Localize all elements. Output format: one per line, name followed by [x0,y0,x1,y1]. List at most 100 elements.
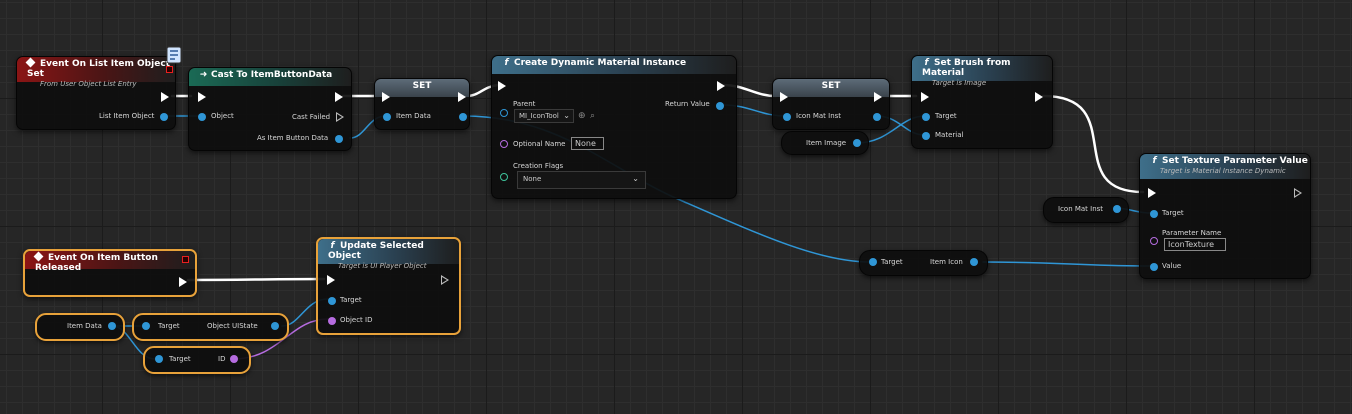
exec-in-pin[interactable] [921,92,929,102]
icon-mat-inst-out-pin[interactable] [1113,205,1121,213]
target-pin[interactable] [328,297,336,305]
exec-out-pin[interactable] [874,92,882,102]
material-pin[interactable] [922,132,930,140]
node-title: Event On Item Button Released [35,253,158,273]
object-uistate-out-pin[interactable] [271,322,279,330]
event-diamond-icon [33,251,44,262]
event-list-item-object-set-node[interactable]: Event On List Item Object Set From User … [16,56,176,130]
pin-label: Target [340,296,362,304]
pin-label: Icon Mat Inst [796,112,842,120]
pin-label: ID [218,355,226,363]
object-id-pin[interactable] [328,317,336,325]
get-object-uistate-node[interactable]: Target Object UIState [132,313,289,341]
create-dynamic-material-instance-node[interactable]: f Create Dynamic Material Instance Parent… [491,55,737,199]
variable-label: Item Data [67,322,102,330]
node-header: f Set Texture Parameter Value Target is M… [1140,154,1310,179]
chevron-down-icon: ⌄ [632,174,639,183]
value-pin[interactable] [1150,263,1158,271]
list-item-object-pin[interactable] [160,113,168,121]
exec-in-pin[interactable] [198,92,206,102]
optional-name-pin[interactable] [500,140,508,148]
pin-label: Optional Name [513,140,566,148]
get-item-icon-node[interactable]: Target Item Icon [859,250,988,276]
browse-arrow-icon[interactable]: ⊕ [578,111,586,121]
get-id-node[interactable]: Target ID [143,346,251,374]
creation-flags-dropdown[interactable]: None ⌄ [517,171,646,189]
item-image-variable-node[interactable]: Item Image [781,131,869,155]
set-icon-mat-inst-node[interactable]: SET Icon Mat Inst [772,78,890,130]
exec-out-pin[interactable] [1035,92,1043,102]
set-item-data-node[interactable]: SET Item Data [374,78,470,130]
parent-pin[interactable] [500,109,508,117]
item-data-out-pin[interactable] [108,322,116,330]
creation-flags-value: None [523,175,542,183]
cast-to-itembuttondata-node[interactable]: ➜ Cast To ItemButtonData Object Cast Fail… [188,67,352,151]
variable-label: Icon Mat Inst [1058,205,1104,213]
exec-in-pin[interactable] [780,92,788,102]
pin-label: Parameter Name [1162,229,1222,237]
exec-in-pin[interactable] [327,275,335,285]
node-title: Create Dynamic Material Instance [514,58,687,68]
exec-in-pin[interactable] [1148,188,1156,198]
pin-label: Object [211,112,234,120]
target-pin[interactable] [1150,210,1158,218]
node-title: SET [821,81,841,91]
item-data-out-pin[interactable] [459,113,467,121]
cast-arrow-icon: ➜ [199,70,208,80]
pin-label: List Item Object [99,112,155,120]
magnifier-icon[interactable]: ⌕ [590,111,595,121]
pin-label: Cast Failed [292,113,331,121]
node-header: SET [773,79,889,97]
parameter-name-field[interactable]: IconTexture [1164,238,1226,251]
pin-label: Target [169,355,191,363]
exec-out-pin[interactable] [335,92,343,102]
target-pin[interactable] [869,258,877,266]
parent-asset-dropdown[interactable]: MI_IconTool ⌄ [514,109,574,123]
set-texture-parameter-value-node[interactable]: f Set Texture Parameter Value Target is M… [1139,153,1311,279]
pin-label: Item Data [396,112,431,120]
node-subtitle: Target is UI Player Object [338,262,427,270]
icon-mat-inst-variable-node[interactable]: Icon Mat Inst [1043,197,1129,223]
set-brush-from-material-node[interactable]: f Set Brush from Material Target is Image… [911,55,1053,149]
item-data-variable-node[interactable]: Item Data [35,313,125,341]
function-f-icon: f [1152,156,1157,166]
item-icon-out-pin[interactable] [970,258,978,266]
creation-flags-pin[interactable] [500,173,508,181]
cast-failed-exec-pin[interactable] [336,112,344,122]
exec-out-pin[interactable] [458,92,466,102]
update-selected-object-node[interactable]: f Update Selected Object Target is UI Pla… [316,237,461,335]
pin-label: Target [158,322,180,330]
target-pin[interactable] [922,113,930,121]
delegate-pin-icon[interactable] [166,66,173,73]
object-pin[interactable] [198,113,206,121]
as-item-button-data-pin[interactable] [335,135,343,143]
item-data-in-pin[interactable] [383,113,391,121]
pin-label: Item Icon [930,258,963,266]
item-image-out-pin[interactable] [853,139,861,147]
return-value-pin[interactable] [716,102,724,110]
event-on-item-button-released-node[interactable]: Event On Item Button Released [23,249,197,297]
exec-out-pin[interactable] [717,81,725,91]
node-header: Event On Item Button Released [25,251,195,273]
icon-mat-inst-in-pin[interactable] [783,113,791,121]
parent-value: MI_IconTool [519,112,559,120]
icon-mat-inst-out-pin[interactable] [873,113,881,121]
exec-in-pin[interactable] [382,92,390,102]
node-title: Update Selected Object [328,241,424,261]
id-out-pin[interactable] [230,355,238,363]
node-title: Set Brush from Material [922,58,1011,78]
exec-out-pin[interactable] [441,275,449,285]
node-subtitle: From User Object List Entry [40,80,137,88]
exec-out-pin[interactable] [161,92,169,102]
target-pin[interactable] [155,355,163,363]
parameter-name-pin[interactable] [1150,237,1158,245]
optional-name-field[interactable]: None [571,137,604,150]
target-pin[interactable] [142,322,150,330]
exec-out-pin[interactable] [1294,188,1302,198]
exec-in-pin[interactable] [498,81,506,91]
exec-out-pin[interactable] [179,277,187,287]
node-title: Event On List Item Object Set [27,59,170,79]
delegate-pin-icon[interactable] [182,256,189,263]
chevron-down-icon: ⌄ [563,111,570,120]
node-subtitle: Target is Image [932,79,987,87]
